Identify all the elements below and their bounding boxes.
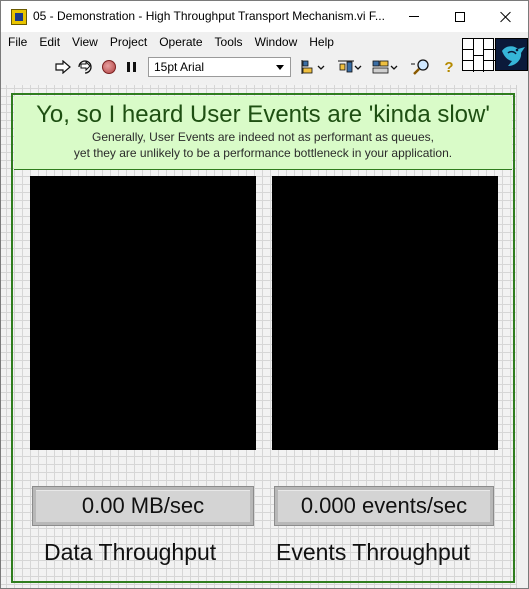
events-throughput-label: Events Throughput: [276, 539, 470, 565]
menu-tools[interactable]: Tools: [209, 32, 249, 53]
maximize-button[interactable]: [437, 1, 483, 32]
front-panel: Yo, so I heard User Events are 'kinda sl…: [1, 85, 528, 588]
menu-view[interactable]: View: [66, 32, 104, 53]
maximize-icon: [455, 11, 465, 22]
pause-button[interactable]: [121, 58, 141, 76]
data-throughput-value: 0.00 MB/sec: [81, 493, 205, 518]
title-bar[interactable]: 05 - Demonstration - High Throughput Tra…: [1, 1, 528, 32]
bird-logo-icon: [496, 39, 527, 70]
minimize-button[interactable]: [391, 1, 437, 32]
menu-edit[interactable]: Edit: [33, 32, 66, 53]
data-throughput-label: Data Throughput: [44, 539, 217, 565]
align-objects-icon: [301, 60, 325, 74]
close-button[interactable]: [483, 1, 529, 32]
abort-icon: [102, 60, 116, 74]
banner-subtitle-line1: Generally, User Events are indeed not as…: [92, 130, 434, 144]
close-icon: [500, 11, 512, 23]
align-objects-button[interactable]: [301, 58, 327, 76]
run-arrow-icon: [55, 60, 71, 74]
menu-bar: File Edit View Project Operate Tools Win…: [1, 32, 461, 53]
text-settings-dropdown[interactable]: 15pt Arial: [148, 57, 291, 77]
chevron-down-icon: [276, 65, 284, 70]
menu-file[interactable]: File: [1, 32, 33, 53]
banner-title: Yo, so I heard User Events are 'kinda sl…: [36, 101, 490, 128]
info-banner: Yo, so I heard User Events are 'kinda sl…: [14, 96, 512, 170]
distribute-objects-button[interactable]: [337, 58, 363, 76]
labview-front-panel-window: 05 - Demonstration - High Throughput Tra…: [0, 0, 529, 589]
panel-edge: [516, 85, 528, 588]
abort-button[interactable]: [99, 58, 119, 76]
data-throughput-chart[interactable]: [30, 176, 256, 450]
connector-pane-icon[interactable]: [462, 38, 495, 72]
events-throughput-chart[interactable]: [272, 176, 498, 450]
menu-project[interactable]: Project: [104, 32, 153, 53]
context-help-icon: ?: [444, 58, 454, 76]
events-throughput-value: 0.000 events/sec: [300, 493, 468, 518]
menu-operate[interactable]: Operate: [153, 32, 208, 53]
window-title: 05 - Demonstration - High Throughput Tra…: [33, 9, 385, 23]
resize-objects-icon: [372, 60, 398, 74]
menu-window[interactable]: Window: [249, 32, 304, 53]
minimize-icon: [409, 16, 419, 17]
run-continuously-icon: [78, 60, 92, 74]
toolbar: 15pt Arial ?: [1, 53, 461, 81]
run-continuously-button[interactable]: [75, 58, 95, 76]
menu-help[interactable]: Help: [303, 32, 340, 53]
search-icon: [411, 59, 429, 75]
events-throughput-indicator[interactable]: 0.000 events/sec: [274, 486, 494, 526]
pause-icon: [126, 62, 136, 72]
data-throughput-indicator[interactable]: 0.00 MB/sec: [32, 486, 254, 526]
run-button[interactable]: [53, 58, 73, 76]
distribute-objects-icon: [338, 60, 362, 73]
labview-app-icon[interactable]: [11, 9, 27, 25]
font-select-value: 15pt Arial: [154, 60, 205, 74]
context-help-button[interactable]: ?: [439, 58, 459, 76]
resize-objects-button[interactable]: [371, 58, 399, 76]
search-button[interactable]: [409, 58, 433, 76]
banner-subtitle-line2: yet they are unlikely to be a performanc…: [73, 146, 453, 160]
vi-icon[interactable]: [495, 38, 528, 71]
